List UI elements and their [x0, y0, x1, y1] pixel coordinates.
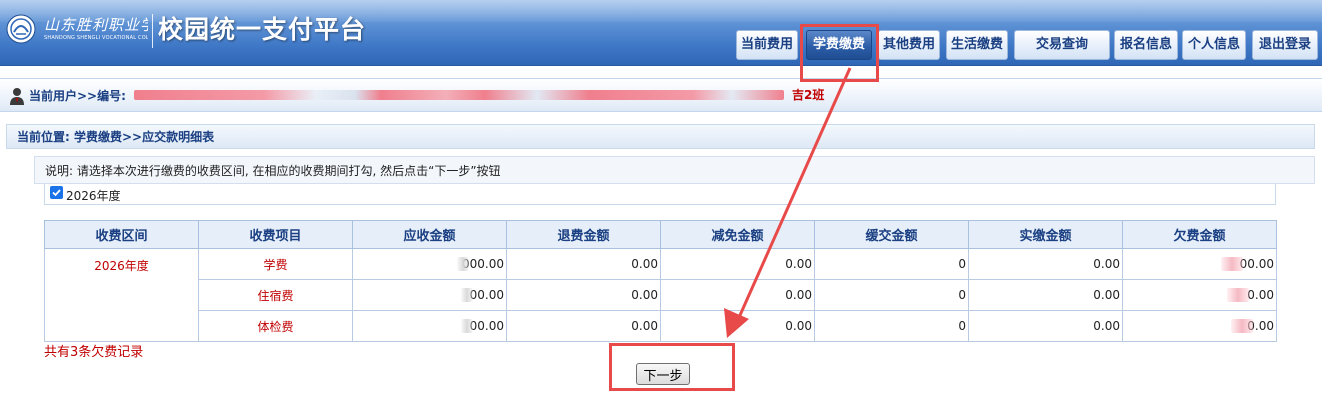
annotation-arrow-icon [724, 67, 852, 338]
payment-page: 山东胜利职业学院 SHANDONG SHENGLI VOCATIONAL COL… [0, 0, 1322, 408]
